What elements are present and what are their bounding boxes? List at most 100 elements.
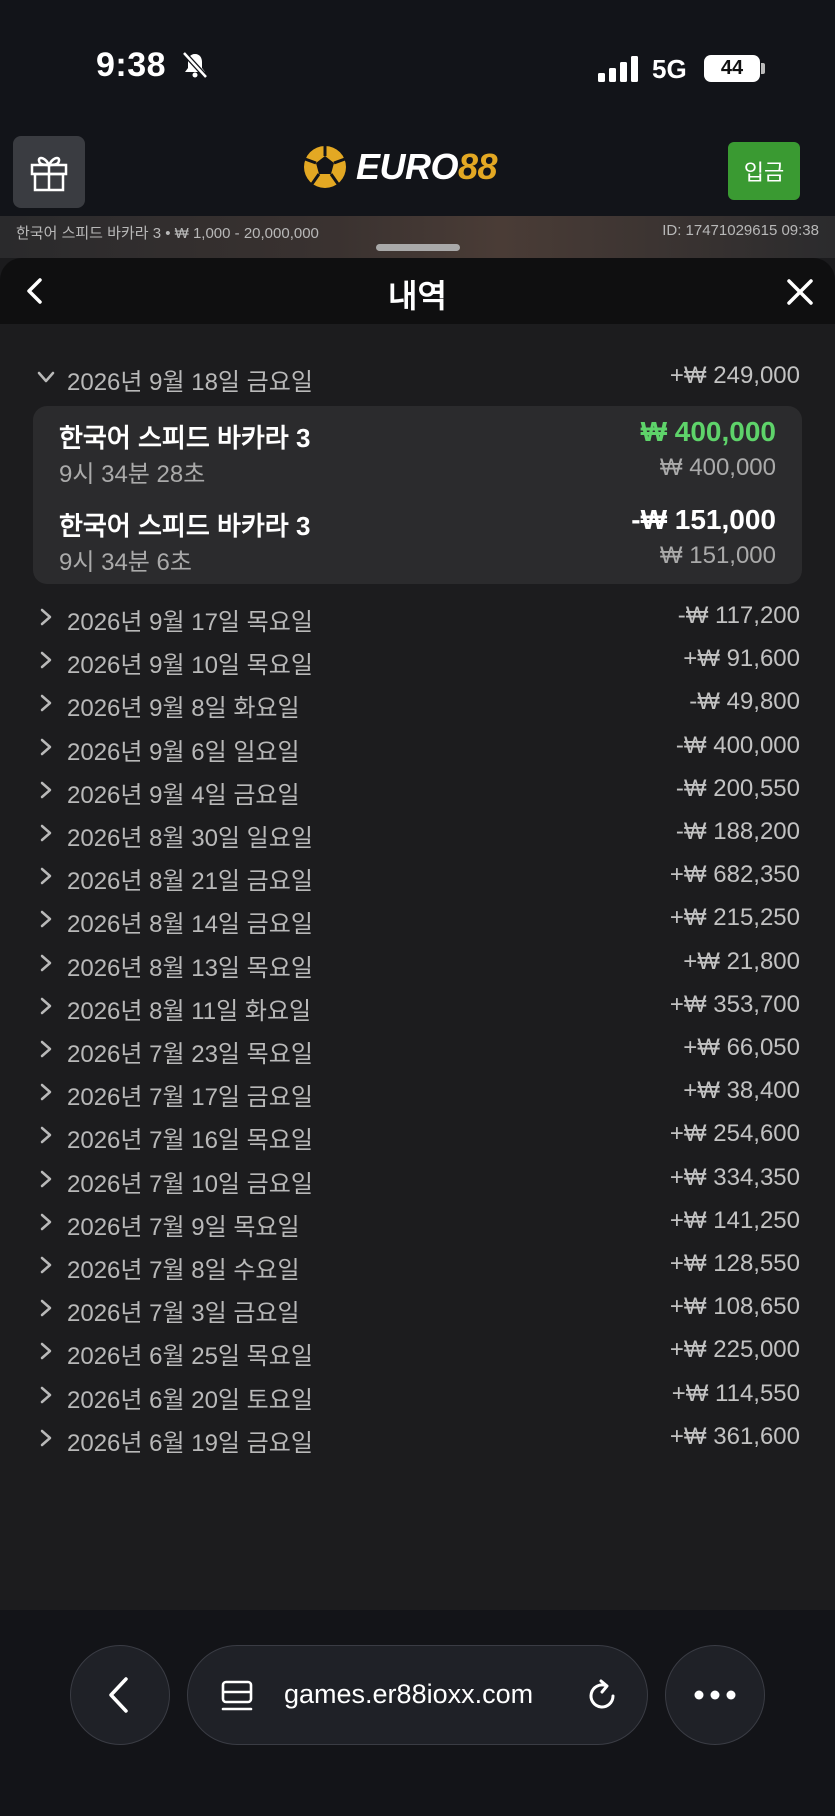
day-label: 2026년 9월 8일 화요일: [67, 695, 300, 723]
day-label: 2026년 9월 18일 금요일: [67, 369, 313, 396]
day-label: 2026년 9월 4일 금요일: [67, 781, 300, 809]
address-bar[interactable]: games.er88ioxx.com: [187, 1645, 648, 1745]
day-amount: +₩ 91,600: [683, 645, 800, 673]
chevron-right-icon: [40, 1429, 52, 1447]
day-amount: +₩ 254,600: [669, 1120, 800, 1148]
day-label: 2026년 8월 30일 일요일: [67, 825, 313, 852]
day-amount: +₩ 225,000: [669, 1336, 800, 1364]
logo-text: EURO88: [356, 146, 498, 187]
day-amount: +₩ 361,600: [669, 1422, 800, 1450]
day-label: 2026년 8월 11일 화요일: [67, 997, 312, 1025]
day-amount: -₩ 200,550: [675, 774, 800, 802]
chevron-right-icon: [40, 1343, 52, 1360]
day-label: 2026년 9월 10일 목요일: [67, 652, 313, 680]
chevron-right-icon: [40, 997, 52, 1015]
day-amount: +₩ 128,550: [669, 1250, 800, 1277]
more-options-button[interactable]: [665, 1645, 765, 1745]
day-label: 2026년 6월 25일 목요일: [67, 1343, 313, 1371]
transaction-net-amount: ₩ 400,000: [640, 416, 776, 447]
chevron-right-icon: [40, 1386, 52, 1403]
transaction-game-name: 한국어 스피드 바카라 3: [59, 511, 311, 541]
chevron-right-icon: [40, 1299, 52, 1317]
back-arrow-icon: [109, 1677, 128, 1713]
day-label: 2026년 7월 8일 수요일: [67, 1257, 300, 1284]
chevron-right-icon: [40, 954, 52, 971]
day-label: 2026년 8월 13일 목요일: [67, 954, 313, 982]
sheet-drag-handle[interactable]: [376, 244, 460, 251]
panel-header: 내역: [0, 258, 835, 324]
deposit-button[interactable]: 입금: [728, 142, 800, 200]
chevron-right-icon: [40, 1213, 52, 1231]
day-amount: +₩ 334,350: [669, 1163, 800, 1191]
day-label: 2026년 9월 6일 일요일: [67, 738, 300, 766]
transaction-net-amount: -₩ 151,000: [631, 504, 776, 535]
day-label: 2026년 7월 23일 목요일: [67, 1041, 313, 1068]
chevron-right-icon: [40, 1040, 52, 1058]
day-amount: +₩ 249,000: [669, 362, 800, 389]
status-bar: 9:38 5G 44: [0, 0, 835, 130]
day-amount: +₩ 353,700: [669, 990, 800, 1018]
chevron-right-icon: [40, 1170, 52, 1187]
chevron-right-icon: [40, 1127, 52, 1144]
game-info-bar: 한국어 스피드 바카라 3 • ₩ 1,000 - 20,000,000 ID:…: [0, 216, 835, 258]
day-amount: -₩ 49,800: [689, 688, 800, 716]
ellipsis-icon: [694, 1690, 736, 1700]
signal-icon: [598, 56, 638, 82]
day-amount: +₩ 141,250: [669, 1206, 800, 1234]
day-amount: +₩ 114,550: [671, 1379, 800, 1407]
transaction-game-name: 한국어 스피드 바카라 3: [59, 423, 311, 453]
day-label: 2026년 7월 3일 금요일: [67, 1300, 300, 1328]
battery-indicator: 44: [704, 55, 760, 82]
gift-icon: [30, 156, 68, 192]
chevron-right-icon: [40, 695, 52, 712]
soccer-ball-icon: [304, 146, 346, 188]
day-amount: +₩ 21,800: [683, 947, 800, 975]
day-amount: +₩ 215,250: [669, 904, 800, 932]
gift-button[interactable]: [13, 136, 85, 208]
chevron-right-icon: [40, 608, 52, 626]
chevron-right-icon: [40, 1083, 52, 1101]
chevron-right-icon: [40, 867, 52, 885]
euro88-logo[interactable]: EURO88: [302, 142, 498, 192]
transaction-stake: ₩ 151,000: [659, 542, 776, 569]
close-icon[interactable]: [786, 278, 814, 306]
day-label: 2026년 8월 14일 금요일: [67, 911, 313, 939]
chevron-down-icon: [37, 371, 55, 383]
transaction-time: 9시 34분 6초: [59, 549, 192, 576]
chevron-right-icon: [40, 781, 52, 799]
chevron-right-icon: [40, 651, 52, 669]
day-amount: +₩ 66,050: [683, 1034, 800, 1061]
day-amount: +₩ 682,350: [669, 861, 800, 889]
network-label: 5G: [652, 54, 687, 84]
battery-tip: [761, 63, 765, 74]
page-menu-icon[interactable]: [220, 1679, 254, 1713]
day-label: 2026년 9월 17일 목요일: [67, 609, 313, 636]
day-amount: -₩ 117,200: [677, 602, 800, 629]
chevron-right-icon: [40, 738, 52, 755]
day-label: 2026년 6월 19일 금요일: [67, 1429, 313, 1457]
transaction-card: 한국어 스피드 바카라 3 ₩ 400,000 9시 34분 28초 ₩ 400…: [33, 406, 802, 584]
day-amount: -₩ 400,000: [675, 731, 800, 759]
status-time: 9:38: [96, 46, 167, 84]
chevron-right-icon: [40, 1256, 52, 1274]
day-label: 2026년 8월 21일 금요일: [67, 868, 313, 896]
browser-toolbar: games.er88ioxx.com: [0, 1610, 835, 1816]
transaction-stake: ₩ 400,000: [659, 454, 776, 481]
transaction-time: 9시 34분 28초: [59, 461, 206, 488]
day-row[interactable]: 2026년 6월 19일 금요일 +₩ 361,600: [0, 1415, 835, 1465]
day-row-expanded[interactable]: 2026년 9월 18일 금요일 +₩ 249,000: [0, 354, 835, 404]
chevron-right-icon: [40, 911, 52, 928]
reload-icon[interactable]: [584, 1678, 620, 1714]
browser-back-button[interactable]: [70, 1645, 170, 1745]
day-label: 2026년 7월 16일 목요일: [67, 1127, 313, 1155]
game-info-text: 한국어 스피드 바카라 3 • ₩ 1,000 - 20,000,000: [16, 225, 319, 242]
chevron-right-icon: [40, 824, 52, 842]
day-label: 2026년 7월 9일 목요일: [67, 1213, 300, 1241]
day-label: 2026년 6월 20일 토요일: [67, 1386, 313, 1414]
history-panel: 내역 2026년 9월 18일 금요일 +₩ 249,000 한국어 스피드 바…: [0, 258, 835, 1610]
day-label: 2026년 7월 17일 금요일: [67, 1084, 313, 1112]
site-header: EURO88 입금: [0, 130, 835, 216]
day-amount: +₩ 38,400: [683, 1077, 800, 1105]
url-text: games.er88ioxx.com: [284, 1679, 534, 1709]
panel-title: 내역: [388, 278, 447, 314]
